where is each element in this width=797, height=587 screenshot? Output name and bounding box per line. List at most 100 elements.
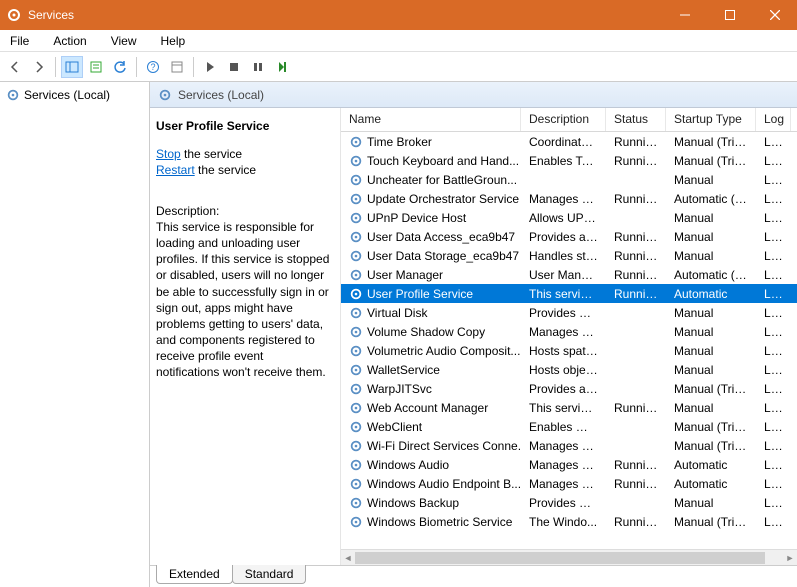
cell-description: This service ...	[521, 401, 606, 415]
table-row[interactable]: UPnP Device HostAllows UPn...ManualLoc	[341, 208, 797, 227]
cell-name: Web Account Manager	[341, 401, 521, 415]
app-icon	[6, 7, 22, 23]
properties-button[interactable]	[166, 56, 188, 78]
cell-log-on-as: Loc	[756, 135, 791, 149]
cell-name: Volumetric Audio Composit...	[341, 344, 521, 358]
table-row[interactable]: Windows BackupProvides Wi...ManualLoc	[341, 493, 797, 512]
refresh-button[interactable]	[109, 56, 131, 78]
table-row[interactable]: Update Orchestrator ServiceManages W...R…	[341, 189, 797, 208]
cell-startup-type: Manual	[666, 306, 756, 320]
view-tabs: Extended Standard	[150, 565, 797, 587]
table-row[interactable]: Volumetric Audio Composit...Hosts spatia…	[341, 341, 797, 360]
scroll-left-arrow[interactable]: ◄	[341, 550, 355, 565]
table-row[interactable]: User Profile ServiceThis service ...Runn…	[341, 284, 797, 303]
table-row[interactable]: Volume Shadow CopyManages an...ManualLoc	[341, 322, 797, 341]
cell-description: Provides ap...	[521, 230, 606, 244]
restart-service-button[interactable]	[271, 56, 293, 78]
cell-description: Handles sto...	[521, 249, 606, 263]
col-log-on-as[interactable]: Log	[756, 108, 791, 131]
gear-icon	[349, 496, 363, 510]
gear-icon	[349, 306, 363, 320]
table-row[interactable]: Windows AudioManages au...RunningAutomat…	[341, 455, 797, 474]
cell-startup-type: Automatic	[666, 458, 756, 472]
show-hide-tree-button[interactable]	[61, 56, 83, 78]
table-row[interactable]: WebClientEnables Win...Manual (Trig...Lo…	[341, 417, 797, 436]
table-row[interactable]: Touch Keyboard and Hand...Enables Tou...…	[341, 151, 797, 170]
gear-icon	[349, 325, 363, 339]
tab-standard[interactable]: Standard	[232, 565, 307, 584]
close-button[interactable]	[752, 0, 797, 30]
scrollbar-thumb[interactable]	[355, 552, 765, 564]
cell-startup-type: Manual	[666, 401, 756, 415]
col-status[interactable]: Status	[606, 108, 666, 131]
table-row[interactable]: WalletServiceHosts objec...ManualLoc	[341, 360, 797, 379]
scroll-right-arrow[interactable]: ►	[783, 550, 797, 565]
cell-description: Manages au...	[521, 477, 606, 491]
cell-log-on-as: Loc	[756, 496, 791, 510]
gear-icon	[349, 420, 363, 434]
table-row[interactable]: User ManagerUser Manag...RunningAutomati…	[341, 265, 797, 284]
window-controls	[662, 0, 797, 30]
pause-service-button[interactable]	[247, 56, 269, 78]
cell-startup-type: Automatic	[666, 287, 756, 301]
list-body[interactable]: Time BrokerCoordinates...RunningManual (…	[341, 132, 797, 549]
cell-startup-type: Manual	[666, 211, 756, 225]
cell-name: Windows Backup	[341, 496, 521, 510]
cell-description: Provides Wi...	[521, 496, 606, 510]
cell-status: Running	[606, 230, 666, 244]
back-button[interactable]	[4, 56, 26, 78]
col-description[interactable]: Description	[521, 108, 606, 131]
cell-startup-type: Manual	[666, 230, 756, 244]
cell-description: Manages au...	[521, 458, 606, 472]
col-startup-type[interactable]: Startup Type	[666, 108, 756, 131]
table-row[interactable]: Time BrokerCoordinates...RunningManual (…	[341, 132, 797, 151]
col-name[interactable]: Name	[341, 108, 521, 131]
minimize-button[interactable]	[662, 0, 707, 30]
main-area: Services (Local) Services (Local) User P…	[0, 82, 797, 587]
table-row[interactable]: Wi-Fi Direct Services Conne...Manages co…	[341, 436, 797, 455]
cell-description: Hosts spatia...	[521, 344, 606, 358]
menu-help[interactable]: Help	[155, 32, 192, 50]
tree-root-services[interactable]: Services (Local)	[4, 86, 145, 104]
table-row[interactable]: Virtual DiskProvides m...ManualLoc	[341, 303, 797, 322]
cell-name: UPnP Device Host	[341, 211, 521, 225]
cell-log-on-as: Loc	[756, 401, 791, 415]
forward-button[interactable]	[28, 56, 50, 78]
desc-label: Description:	[156, 203, 330, 219]
table-row[interactable]: Windows Audio Endpoint B...Manages au...…	[341, 474, 797, 493]
gear-icon	[349, 287, 363, 301]
table-row[interactable]: Uncheater for BattleGroun...ManualLoc	[341, 170, 797, 189]
start-service-button[interactable]	[199, 56, 221, 78]
restart-service-link[interactable]: Restart	[156, 163, 195, 177]
horizontal-scrollbar[interactable]: ◄ ►	[341, 549, 797, 565]
menu-view[interactable]: View	[105, 32, 143, 50]
list-header: Name Description Status Startup Type Log	[341, 108, 797, 132]
cell-name: User Data Access_eca9b47	[341, 230, 521, 244]
table-row[interactable]: Windows Biometric ServiceThe Windo...Run…	[341, 512, 797, 531]
menubar: File Action View Help	[0, 30, 797, 52]
tab-extended[interactable]: Extended	[156, 565, 233, 584]
maximize-button[interactable]	[707, 0, 752, 30]
cell-log-on-as: Loc	[756, 230, 791, 244]
table-row[interactable]: Web Account ManagerThis service ...Runni…	[341, 398, 797, 417]
cell-name: Windows Audio	[341, 458, 521, 472]
menu-file[interactable]: File	[4, 32, 35, 50]
cell-name: Volume Shadow Copy	[341, 325, 521, 339]
table-row[interactable]: User Data Storage_eca9b47Handles sto...R…	[341, 246, 797, 265]
restart-suffix: the service	[195, 163, 256, 177]
cell-log-on-as: Loc	[756, 268, 791, 282]
cell-startup-type: Manual	[666, 363, 756, 377]
table-row[interactable]: WarpJITSvcProvides a JI...Manual (Trig..…	[341, 379, 797, 398]
stop-service-button[interactable]	[223, 56, 245, 78]
table-row[interactable]: User Data Access_eca9b47Provides ap...Ru…	[341, 227, 797, 246]
help-button[interactable]: ?	[142, 56, 164, 78]
cell-description: Provides a JI...	[521, 382, 606, 396]
stop-service-link[interactable]: Stop	[156, 147, 181, 161]
cell-name: Touch Keyboard and Hand...	[341, 154, 521, 168]
cell-log-on-as: Loc	[756, 363, 791, 377]
menu-action[interactable]: Action	[47, 32, 92, 50]
gear-icon	[6, 88, 20, 102]
cell-log-on-as: Loc	[756, 287, 791, 301]
cell-log-on-as: Loc	[756, 515, 791, 529]
export-list-button[interactable]	[85, 56, 107, 78]
